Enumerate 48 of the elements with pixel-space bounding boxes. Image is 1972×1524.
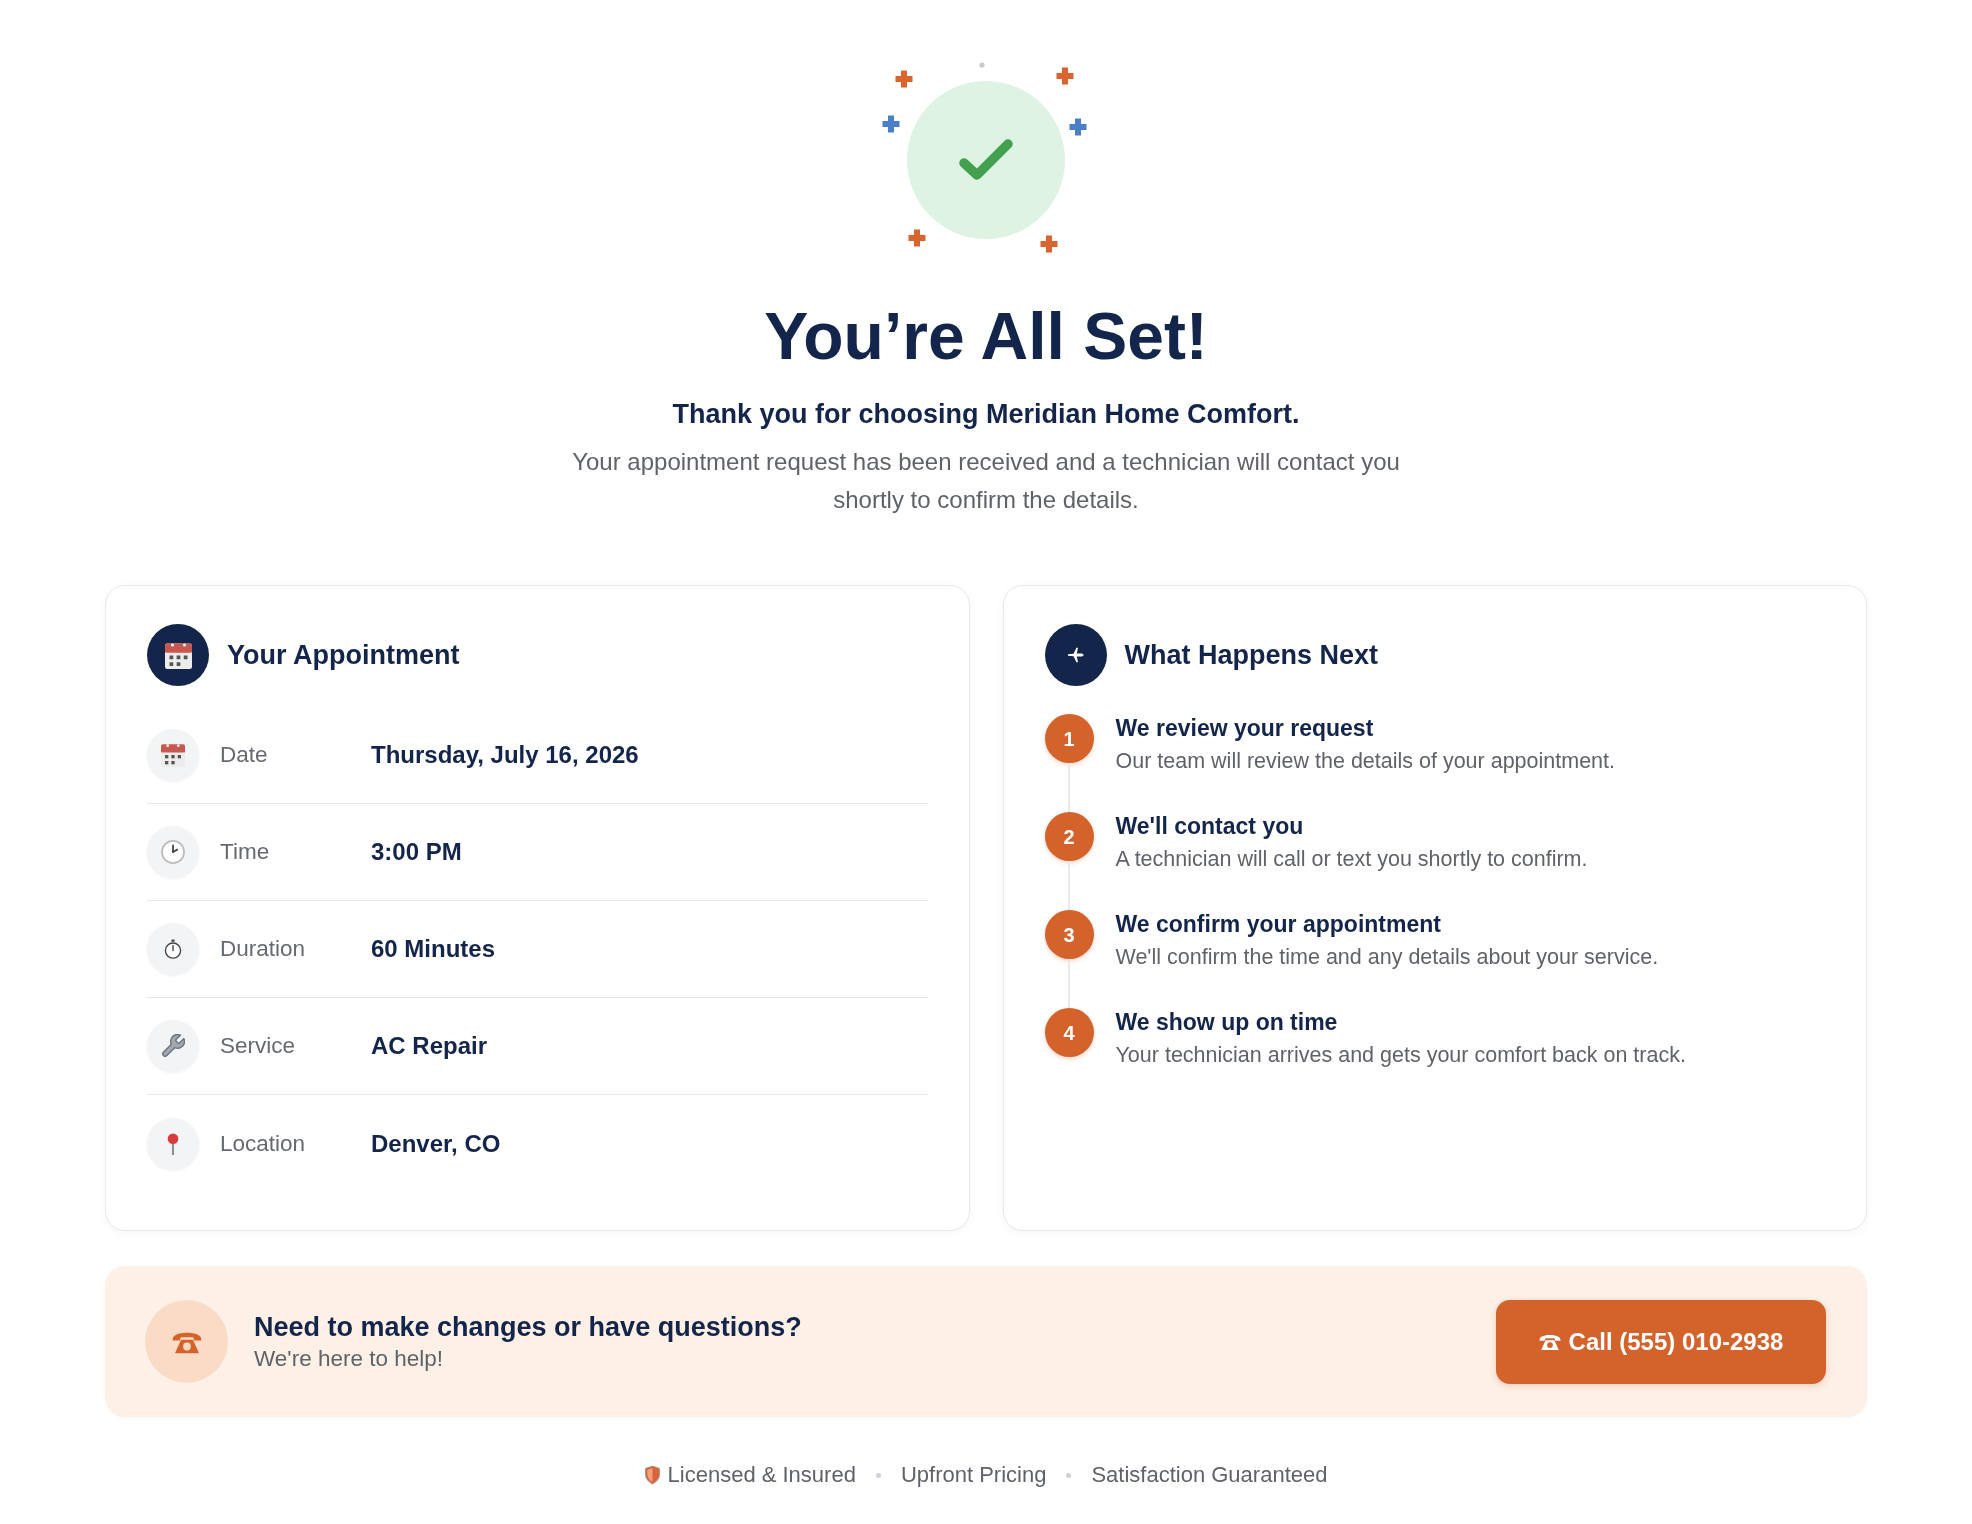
sparkle-icon	[1069, 118, 1087, 136]
calendar-icon	[147, 729, 199, 781]
card-title: What Happens Next	[1124, 639, 1379, 672]
call-button[interactable]: Call (555) 010-2938	[1496, 1299, 1826, 1384]
detail-label: Location	[220, 1129, 307, 1158]
sparkle-icon	[895, 70, 913, 88]
sparkle-icon	[1040, 235, 1058, 253]
detail-label: Service	[220, 1032, 297, 1060]
step-number: 1	[1044, 714, 1094, 763]
detail-value: Denver, CO	[371, 1128, 501, 1159]
check-circle-icon	[907, 81, 1065, 239]
step-description: Our team will review the details of your appointment.	[1115, 748, 1615, 774]
step-title: We review your request	[1115, 714, 1375, 742]
step-title: We confirm your appointment	[1115, 910, 1442, 938]
step-title: We show up on time	[1115, 1008, 1339, 1036]
detail-value: 3:00 PM	[371, 837, 462, 867]
step-description: We'll confirm the time and any details about your service.	[1115, 944, 1659, 970]
stopwatch-icon	[147, 923, 199, 975]
clock-icon	[147, 826, 199, 878]
detail-value: AC Repair	[371, 1031, 488, 1061]
step-number: 3	[1044, 910, 1094, 959]
wrench-icon	[147, 1020, 199, 1072]
sparkle-icon	[882, 115, 900, 133]
detail-value: 60 Minutes	[371, 934, 496, 964]
sparkle-icon	[908, 229, 926, 247]
step-title: We'll contact you	[1115, 812, 1305, 840]
card-title: Your Appointment	[227, 639, 460, 672]
pin-icon	[147, 1117, 199, 1170]
thank-you-text: Thank you for choosing Meridian Home Comfort.	[672, 398, 1300, 430]
detail-label: Date	[220, 741, 269, 769]
help-subtitle: We're here to help!	[254, 1344, 444, 1373]
detail-label: Duration	[220, 935, 307, 963]
shield-icon	[644, 1465, 660, 1485]
sparkle-icon	[1056, 67, 1074, 85]
trust-badge-text: Licensed & Insured	[667, 1461, 856, 1489]
trust-badge-text: Upfront Pricing	[900, 1461, 1047, 1489]
step-number: 4	[1044, 1008, 1094, 1057]
page-title: You’re All Set!	[764, 300, 1208, 373]
trust-badge-text: Satisfaction Guaranteed	[1091, 1461, 1328, 1489]
step-description: Your technician arrives and gets your comfort back on track.	[1115, 1042, 1686, 1068]
detail-label: Time	[220, 838, 271, 866]
phone-icon	[1538, 1332, 1561, 1351]
step-description: A technician will call or text you shortly to confirm.	[1115, 846, 1588, 872]
confirmation-message: Your appointment request has been received and a technician will contact you shortly to confirm the details.	[571, 447, 1401, 515]
detail-value: Thursday, July 16, 2026	[371, 740, 639, 770]
help-title: Need to make changes or have questions?	[254, 1310, 803, 1343]
step-number: 2	[1044, 812, 1094, 861]
dot-icon	[979, 62, 985, 68]
